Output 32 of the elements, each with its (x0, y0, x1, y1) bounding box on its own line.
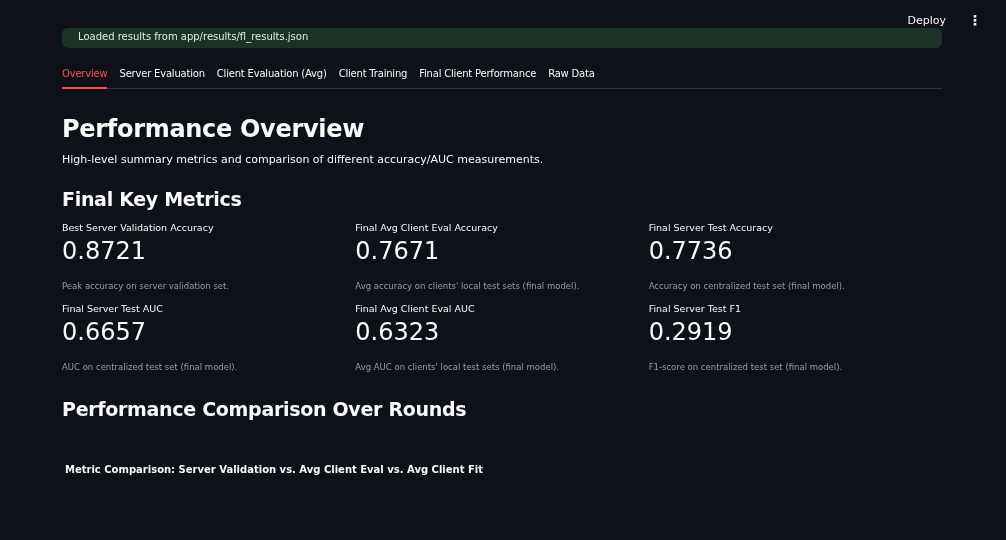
status-banner: Loaded results from app/results/fl_results.json (62, 28, 942, 48)
metric-caption: AUC on centralized test set (final model). (62, 362, 239, 372)
page-description: High-level summary metrics and comparison of different accuracy/AUC measurements. (62, 153, 545, 166)
tab[interactable]: Overview (62, 62, 108, 89)
tab[interactable]: Client Training (338, 62, 408, 89)
tab[interactable]: Client Evaluation (Avg) (216, 62, 327, 89)
section-heading: Final Key Metrics (62, 188, 243, 210)
deploy-button[interactable]: Deploy (905, 9, 948, 31)
metric-value: 0.6657 (62, 318, 147, 346)
metric-caption: Avg AUC on clients' local test sets (final model). (355, 362, 561, 372)
tab[interactable]: Final Client Performance (419, 62, 537, 89)
chart-title: Metric Comparison: Server Validation vs. Avg Client Eval vs. Avg Client Fit (65, 464, 484, 475)
metric-value: 0.7671 (355, 237, 441, 265)
metric-label: Final Server Test F1 (648, 303, 742, 314)
section-heading: Performance Comparison Over Rounds (62, 398, 468, 420)
metric-caption: Peak accuracy on server validation set. (62, 281, 231, 291)
metric-label: Final Server Test Accuracy (648, 222, 774, 233)
metric-label: Final Avg Client Eval Accuracy (355, 222, 499, 233)
metric-value: 0.7736 (648, 237, 734, 265)
metric-label: Final Avg Client Eval AUC (355, 303, 476, 314)
tab[interactable]: Raw Data (548, 62, 595, 89)
metric-caption: Avg accuracy on clients' local test sets (final model). (355, 281, 581, 291)
metric-value: 0.6323 (355, 318, 441, 346)
more-menu-button[interactable]: ⋮ (966, 8, 984, 32)
page-title: Performance Overview (62, 115, 366, 143)
metric-value: 0.8721 (62, 237, 147, 265)
metric-caption: F1-score on centralized test set (final model). (648, 362, 844, 372)
metric-label: Final Server Test AUC (62, 303, 164, 314)
metric-value: 0.2919 (648, 318, 734, 346)
tab[interactable]: Server Evaluation (119, 62, 205, 89)
metric-label: Best Server Validation Accuracy (62, 222, 215, 233)
metric-caption: Accuracy on centralized test set (final model). (648, 281, 846, 291)
